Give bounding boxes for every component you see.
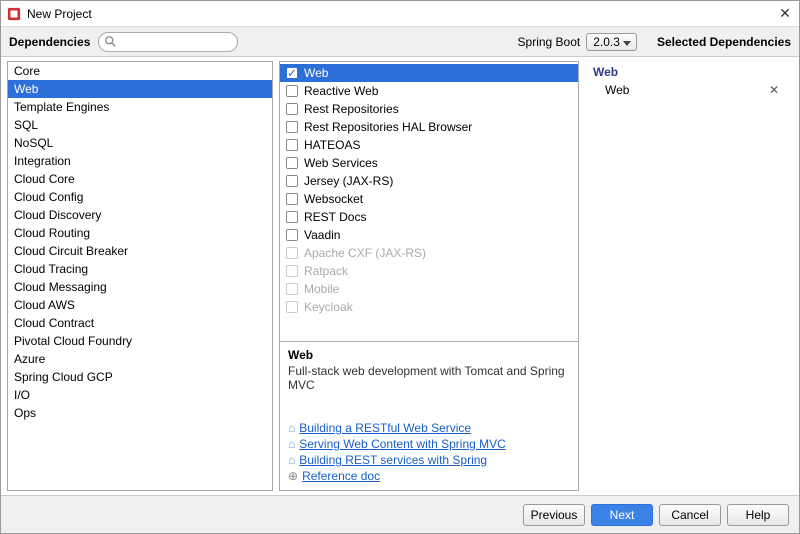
chevron-down-icon: [623, 41, 631, 46]
dependency-item[interactable]: ✓ Web: [280, 64, 578, 82]
previous-button[interactable]: Previous: [523, 504, 585, 526]
dependency-item[interactable]: Jersey (JAX-RS): [280, 172, 578, 190]
selected-dependency-item: Web✕: [589, 81, 789, 99]
dependency-label: Reactive Web: [304, 83, 378, 99]
category-item[interactable]: Core: [8, 62, 272, 80]
dependency-label: Vaadin: [304, 227, 340, 243]
category-item[interactable]: Cloud Tracing: [8, 260, 272, 278]
dependency-label: Mobile: [304, 281, 339, 297]
category-item[interactable]: I/O: [8, 386, 272, 404]
next-button[interactable]: Next: [591, 504, 653, 526]
dependency-label: Rest Repositories HAL Browser: [304, 119, 472, 135]
category-item[interactable]: Pivotal Cloud Foundry: [8, 332, 272, 350]
dependency-item[interactable]: Rest Repositories HAL Browser: [280, 118, 578, 136]
dependency-item: Ratpack: [280, 262, 578, 280]
dependency-label: Ratpack: [304, 263, 348, 279]
category-item[interactable]: Cloud Core: [8, 170, 272, 188]
dependency-label: Apache CXF (JAX-RS): [304, 245, 426, 261]
checkbox-icon: [286, 301, 298, 313]
dependency-item[interactable]: Websocket: [280, 190, 578, 208]
category-item[interactable]: Cloud Contract: [8, 314, 272, 332]
dependency-label: Rest Repositories: [304, 101, 399, 117]
category-item[interactable]: Ops: [8, 404, 272, 422]
dependency-label: Web Services: [304, 155, 378, 171]
search-icon: [104, 35, 118, 49]
checkbox-icon[interactable]: [286, 211, 298, 223]
dependency-list[interactable]: ✓ Web Reactive Web Rest Repositories Rest Re…: [280, 62, 578, 341]
dependency-detail-panel: Web Full-stack web development with Tomc…: [280, 341, 578, 490]
close-icon[interactable]: ✕: [777, 5, 793, 22]
dependency-label: REST Docs: [304, 209, 366, 225]
checkbox-icon[interactable]: [286, 157, 298, 169]
detail-description: Full-stack web development with Tomcat a…: [288, 364, 570, 392]
dependencies-label: Dependencies: [9, 35, 90, 49]
checkbox-icon[interactable]: [286, 229, 298, 241]
detail-title: Web: [288, 348, 570, 362]
category-item[interactable]: Cloud Discovery: [8, 206, 272, 224]
checkbox-icon: [286, 247, 298, 259]
search-input[interactable]: [98, 32, 238, 52]
dependency-label: HATEOAS: [304, 137, 360, 153]
dependency-item[interactable]: Rest Repositories: [280, 100, 578, 118]
dependency-item[interactable]: Web Services: [280, 154, 578, 172]
category-item[interactable]: Cloud Messaging: [8, 278, 272, 296]
checkbox-icon: [286, 283, 298, 295]
help-button[interactable]: Help: [727, 504, 789, 526]
checkbox-icon[interactable]: [286, 139, 298, 151]
dependency-label: Websocket: [304, 191, 363, 207]
dependency-item: Keycloak: [280, 298, 578, 316]
selected-dependencies-label: Selected Dependencies: [657, 35, 791, 49]
guide-link[interactable]: Building REST services with Spring: [299, 452, 487, 468]
category-item[interactable]: Spring Cloud GCP: [8, 368, 272, 386]
guide-link[interactable]: Serving Web Content with Spring MVC: [299, 436, 506, 452]
checkbox-icon[interactable]: ✓: [286, 67, 298, 79]
cancel-button[interactable]: Cancel: [659, 504, 721, 526]
checkbox-icon[interactable]: [286, 85, 298, 97]
checkbox-icon[interactable]: [286, 103, 298, 115]
category-item[interactable]: Cloud AWS: [8, 296, 272, 314]
category-item[interactable]: Cloud Circuit Breaker: [8, 242, 272, 260]
checkbox-icon: [286, 265, 298, 277]
category-item[interactable]: SQL: [8, 116, 272, 134]
dependency-item: Apache CXF (JAX-RS): [280, 244, 578, 262]
category-item[interactable]: Azure: [8, 350, 272, 368]
category-list[interactable]: CoreWebTemplate EnginesSQLNoSQLIntegrati…: [8, 62, 272, 490]
category-item[interactable]: Cloud Routing: [8, 224, 272, 242]
category-item[interactable]: Cloud Config: [8, 188, 272, 206]
remove-icon[interactable]: ✕: [765, 83, 783, 97]
dependency-label: Keycloak: [304, 299, 353, 315]
dependency-item: Mobile: [280, 280, 578, 298]
checkbox-icon[interactable]: [286, 175, 298, 187]
category-item[interactable]: Integration: [8, 152, 272, 170]
checkbox-icon[interactable]: [286, 193, 298, 205]
home-icon: ⌂: [288, 452, 295, 468]
dependency-item[interactable]: REST Docs: [280, 208, 578, 226]
home-icon: ⌂: [288, 420, 295, 436]
dependency-item[interactable]: HATEOAS: [280, 136, 578, 154]
window-title: New Project: [27, 7, 777, 21]
category-item[interactable]: Template Engines: [8, 98, 272, 116]
dependency-label: Web: [304, 65, 328, 81]
selected-dependency-label: Web: [605, 83, 765, 97]
checkbox-icon[interactable]: [286, 121, 298, 133]
dependency-item[interactable]: Reactive Web: [280, 82, 578, 100]
app-icon: [7, 7, 21, 21]
dependency-label: Jersey (JAX-RS): [304, 173, 393, 189]
dependency-item[interactable]: Vaadin: [280, 226, 578, 244]
spring-boot-label: Spring Boot: [518, 35, 581, 49]
guide-link[interactable]: Building a RESTful Web Service: [299, 420, 471, 436]
category-item[interactable]: Web: [8, 80, 272, 98]
reference-doc-link[interactable]: Reference doc: [302, 468, 380, 484]
home-icon: ⌂: [288, 436, 295, 452]
selected-dependencies-panel: Web Web✕: [585, 61, 793, 491]
category-item[interactable]: NoSQL: [8, 134, 272, 152]
reference-icon: ⊕: [288, 468, 298, 484]
selected-group-label: Web: [593, 65, 789, 79]
